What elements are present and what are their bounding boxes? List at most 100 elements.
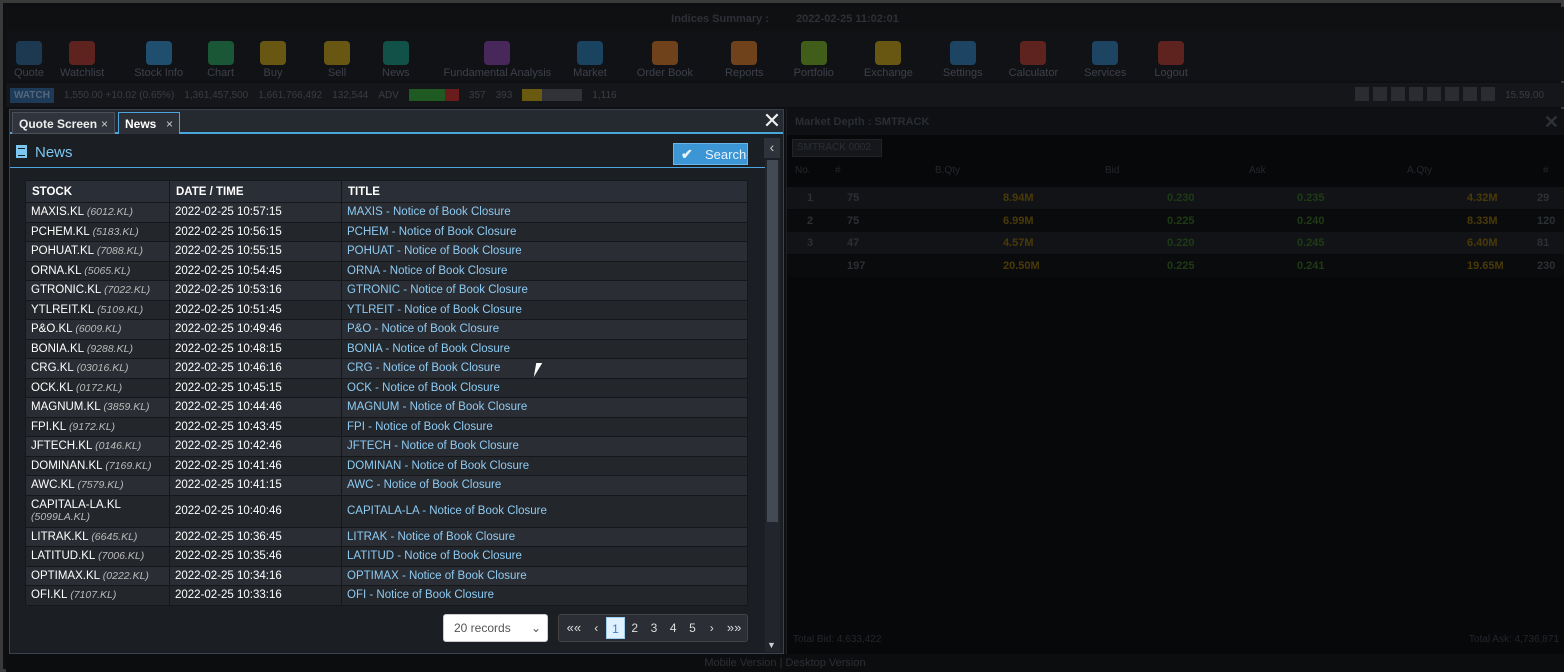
scrollbar-thumb[interactable] bbox=[767, 160, 778, 522]
table-row[interactable]: OCK.KL (0172.KL) 2022-02-25 10:45:15 OCK -… bbox=[25, 377, 748, 398]
table-row[interactable]: GTRONIC.KL (7022.KL) 2022-02-25 10:53:16 G… bbox=[25, 280, 748, 301]
page-2-button[interactable]: 2 bbox=[625, 617, 644, 639]
table-row[interactable]: ORNA.KL (5065.KL) 2022-02-25 10:54:45 ORNA… bbox=[25, 260, 748, 281]
toolbar-item-stock-info[interactable]: Stock Info bbox=[134, 31, 183, 81]
depth-row[interactable]: 3 47 4.57M 0.220 0.245 6.40M 81 bbox=[787, 232, 1564, 254]
table-row[interactable]: PCHEM.KL (5183.KL) 2022-02-25 10:56:15 PCH… bbox=[25, 221, 748, 242]
page-1-button[interactable]: 1 bbox=[605, 617, 626, 639]
table-row[interactable]: MAGNUM.KL (3859.KL) 2022-02-25 10:44:46 MA… bbox=[25, 397, 748, 418]
toolbar-item-services[interactable]: Services bbox=[1084, 31, 1126, 81]
news-title-link[interactable]: YTLREIT - Notice of Book Closure bbox=[341, 299, 748, 320]
table-row[interactable]: POHUAT.KL (7088.KL) 2022-02-25 10:55:15 PO… bbox=[25, 241, 748, 262]
layout-buttons[interactable] bbox=[1351, 86, 1496, 104]
table-row[interactable]: CRG.KL (03016.KL) 2022-02-25 10:46:16 CRG … bbox=[25, 358, 748, 379]
close-icon[interactable]: × bbox=[166, 113, 173, 135]
toolbar-item-reports[interactable]: Reports bbox=[725, 31, 764, 81]
stock-cell[interactable]: P&O.KL (6009.KL) bbox=[25, 319, 170, 340]
news-title-link[interactable]: JFTECH - Notice of Book Closure bbox=[341, 436, 748, 457]
mobile-version-link[interactable]: Mobile Version bbox=[704, 657, 776, 669]
depth-row[interactable]: 2 75 6.99M 0.225 0.240 8.33M 120 bbox=[787, 209, 1564, 232]
toolbar-item-chart[interactable]: Chart bbox=[207, 31, 234, 81]
news-title-link[interactable]: POHUAT - Notice of Book Closure bbox=[341, 241, 748, 262]
stock-cell[interactable]: LITRAK.KL (6645.KL) bbox=[25, 526, 170, 547]
news-title-link[interactable]: OCK - Notice of Book Closure bbox=[341, 377, 748, 398]
stock-cell[interactable]: CAPITALA-LA.KL (5099LA.KL) bbox=[25, 494, 170, 528]
news-title-link[interactable]: FPI - Notice of Book Closure bbox=[341, 416, 748, 437]
stock-cell[interactable]: GTRONIC.KL (7022.KL) bbox=[25, 280, 170, 301]
toolbar-item-order-book[interactable]: Order Book bbox=[637, 31, 693, 81]
table-row[interactable]: MAXIS.KL (6012.KL) 2022-02-25 10:57:15 MAX… bbox=[25, 202, 748, 223]
stock-cell[interactable]: POHUAT.KL (7088.KL) bbox=[25, 241, 170, 262]
news-title-link[interactable]: OPTIMAX - Notice of Book Closure bbox=[341, 565, 748, 586]
stock-cell[interactable]: FPI.KL (9172.KL) bbox=[25, 416, 170, 437]
records-per-page-select[interactable]: 20 records ⌄ bbox=[443, 614, 548, 642]
news-title-link[interactable]: ORNA - Notice of Book Closure bbox=[341, 260, 748, 281]
news-title-link[interactable]: BONIA - Notice of Book Closure bbox=[341, 338, 748, 359]
toolbar-item-buy[interactable]: Buy bbox=[260, 31, 287, 81]
page-first-button[interactable]: «« bbox=[561, 617, 587, 639]
toolbar-item-exchange[interactable]: Exchange bbox=[864, 31, 913, 81]
toolbar-item-news[interactable]: News bbox=[382, 31, 410, 81]
stock-cell[interactable]: MAGNUM.KL (3859.KL) bbox=[25, 397, 170, 418]
stock-cell[interactable]: AWC.KL (7579.KL) bbox=[25, 475, 170, 496]
search-button[interactable]: ✔ Search bbox=[673, 143, 748, 165]
page-prev-button[interactable]: ‹ bbox=[587, 617, 606, 639]
table-row[interactable]: P&O.KL (6009.KL) 2022-02-25 10:49:46 P&O -… bbox=[25, 319, 748, 340]
table-row[interactable]: YTLREIT.KL (5109.KL) 2022-02-25 10:51:45 Y… bbox=[25, 299, 748, 320]
tab-news[interactable]: News × bbox=[118, 112, 180, 134]
table-row[interactable]: BONIA.KL (9288.KL) 2022-02-25 10:48:15 BON… bbox=[25, 338, 748, 359]
table-row[interactable]: AWC.KL (7579.KL) 2022-02-25 10:41:15 AWC -… bbox=[25, 475, 748, 496]
column-header-stock[interactable]: STOCK bbox=[25, 180, 170, 203]
stock-cell[interactable]: OPTIMAX.KL (0222.KL) bbox=[25, 565, 170, 586]
page-3-button[interactable]: 3 bbox=[644, 617, 663, 639]
vertical-scrollbar[interactable]: ▼ bbox=[765, 160, 780, 652]
close-icon[interactable]: × bbox=[101, 113, 108, 135]
desktop-version-link[interactable]: Desktop Version bbox=[786, 657, 866, 669]
table-row[interactable]: CAPITALA-LA.KL (5099LA.KL) 2022-02-25 10:4… bbox=[25, 494, 748, 528]
stock-cell[interactable]: JFTECH.KL (0146.KL) bbox=[25, 436, 170, 457]
stock-cell[interactable]: YTLREIT.KL (5109.KL) bbox=[25, 299, 170, 320]
page-last-button[interactable]: »» bbox=[721, 617, 747, 639]
stock-code-input[interactable]: SMTRACK 0002 bbox=[792, 139, 882, 157]
watch-button[interactable]: WATCH bbox=[10, 87, 54, 103]
table-row[interactable]: OPTIMAX.KL (0222.KL) 2022-02-25 10:34:16 O… bbox=[25, 565, 748, 586]
news-title-link[interactable]: MAGNUM - Notice of Book Closure bbox=[341, 397, 748, 418]
column-header-title[interactable]: TITLE bbox=[341, 180, 748, 203]
news-title-link[interactable]: OFI - Notice of Book Closure bbox=[341, 585, 748, 606]
news-title-link[interactable]: GTRONIC - Notice of Book Closure bbox=[341, 280, 748, 301]
stock-cell[interactable]: CRG.KL (03016.KL) bbox=[25, 358, 170, 379]
collapse-panel-button[interactable]: ‹ bbox=[764, 138, 780, 158]
news-title-link[interactable]: CAPITALA-LA - Notice of Book Closure bbox=[341, 494, 748, 528]
news-title-link[interactable]: AWC - Notice of Book Closure bbox=[341, 475, 748, 496]
page-next-button[interactable]: › bbox=[702, 617, 721, 639]
news-title-link[interactable]: LATITUD - Notice of Book Closure bbox=[341, 546, 748, 567]
news-title-link[interactable]: LITRAK - Notice of Book Closure bbox=[341, 526, 748, 547]
toolbar-item-sell[interactable]: Sell bbox=[324, 31, 351, 81]
window-close-icon[interactable]: ✕ bbox=[761, 110, 783, 134]
table-row[interactable]: FPI.KL (9172.KL) 2022-02-25 10:43:45 FPI -… bbox=[25, 416, 748, 437]
news-title-link[interactable]: DOMINAN - Notice of Book Closure bbox=[341, 455, 748, 476]
tab-quote-screen[interactable]: Quote Screen × bbox=[12, 112, 115, 134]
table-row[interactable]: LATITUD.KL (7006.KL) 2022-02-25 10:35:46 L… bbox=[25, 546, 748, 567]
toolbar-item-settings[interactable]: Settings bbox=[943, 31, 983, 81]
toolbar-item-fundamental-analysis[interactable]: Fundamental Analysis bbox=[444, 31, 551, 81]
toolbar-item-logout[interactable]: Logout bbox=[1154, 31, 1188, 81]
toolbar-item-quote[interactable]: Quote bbox=[14, 31, 44, 81]
depth-row[interactable]: 197 20.50M 0.225 0.241 19.65M 230 bbox=[787, 254, 1564, 277]
scroll-down-arrow[interactable]: ▼ bbox=[767, 640, 776, 650]
stock-cell[interactable]: ORNA.KL (5065.KL) bbox=[25, 260, 170, 281]
news-title-link[interactable]: MAXIS - Notice of Book Closure bbox=[341, 202, 748, 223]
stock-cell[interactable]: DOMINAN.KL (7169.KL) bbox=[25, 455, 170, 476]
table-row[interactable]: DOMINAN.KL (7169.KL) 2022-02-25 10:41:46 D… bbox=[25, 455, 748, 476]
table-row[interactable]: LITRAK.KL (6645.KL) 2022-02-25 10:36:45 LI… bbox=[25, 526, 748, 547]
stock-cell[interactable]: MAXIS.KL (6012.KL) bbox=[25, 202, 170, 223]
table-row[interactable]: JFTECH.KL (0146.KL) 2022-02-25 10:42:46 JF… bbox=[25, 436, 748, 457]
close-icon[interactable]: ✕ bbox=[1544, 109, 1559, 135]
toolbar-item-market[interactable]: Market bbox=[573, 31, 607, 81]
stock-cell[interactable]: BONIA.KL (9288.KL) bbox=[25, 338, 170, 359]
stock-cell[interactable]: LATITUD.KL (7006.KL) bbox=[25, 546, 170, 567]
stock-cell[interactable]: PCHEM.KL (5183.KL) bbox=[25, 221, 170, 242]
stock-cell[interactable]: OFI.KL (7107.KL) bbox=[25, 585, 170, 606]
column-header-datetime[interactable]: DATE / TIME bbox=[169, 180, 342, 203]
stock-cell[interactable]: OCK.KL (0172.KL) bbox=[25, 377, 170, 398]
